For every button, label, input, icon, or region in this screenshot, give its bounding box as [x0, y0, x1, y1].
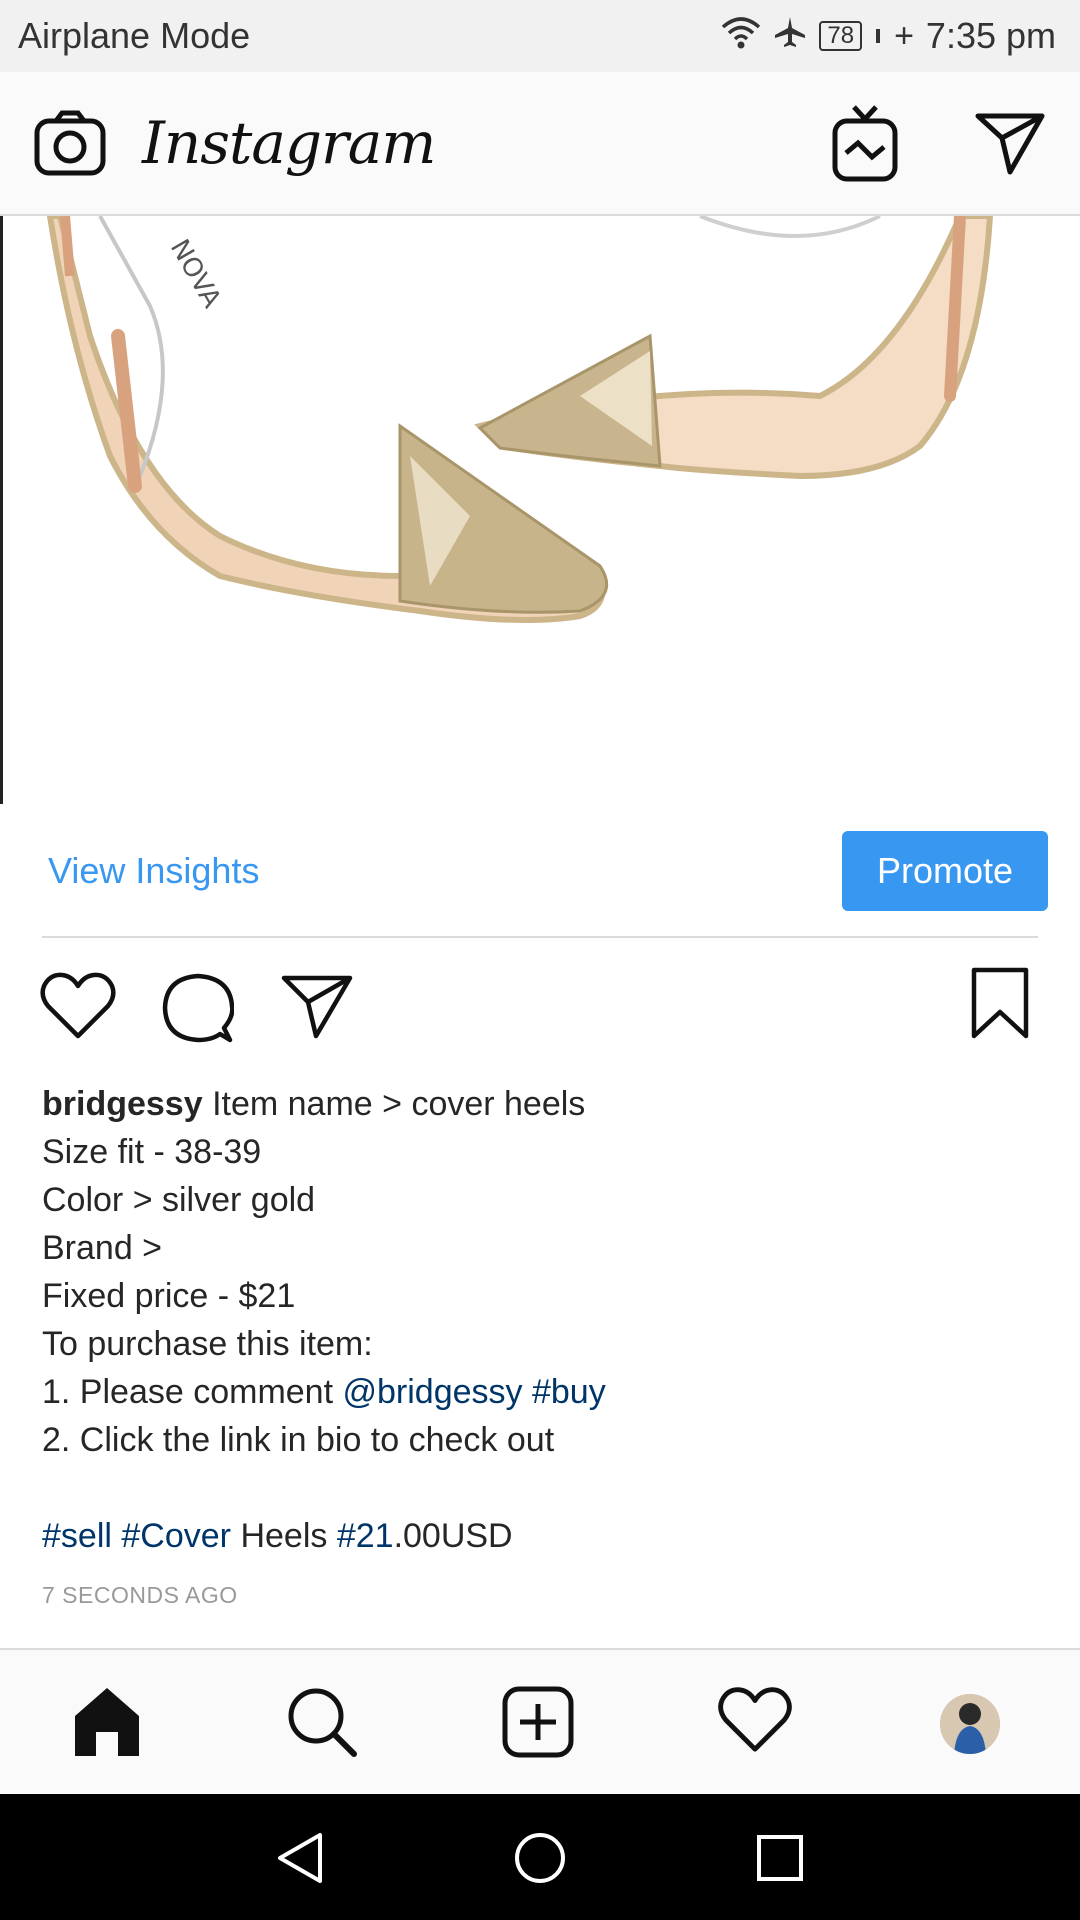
back-icon[interactable] — [276, 1832, 324, 1889]
hashtag-link[interactable]: #Cover — [121, 1517, 231, 1555]
wifi-icon — [721, 15, 761, 58]
bookmark-icon[interactable] — [970, 966, 1030, 1045]
caption-line: 2. Click the link in bio to check out — [42, 1421, 555, 1459]
post-photo[interactable]: NOVA — [0, 216, 1080, 804]
system-navigation-bar — [0, 1794, 1080, 1920]
svg-text:NOVA: NOVA — [164, 235, 227, 314]
caption-line: #sell #Cover Heels #21.00USD — [42, 1512, 1042, 1560]
caption-space — [112, 1517, 121, 1555]
camera-icon[interactable] — [34, 109, 106, 177]
activity-icon[interactable] — [718, 1686, 792, 1759]
battery-level: 78 — [827, 22, 855, 49]
hashtag-link[interactable]: #21 — [337, 1517, 394, 1555]
caption-line: Size fit - 38-39 — [42, 1133, 262, 1171]
hashtag-link[interactable]: #sell — [42, 1517, 112, 1555]
caption-line: Color > silver gold — [42, 1181, 316, 1219]
battery-tip — [876, 29, 881, 43]
caption-line: bridgessy Item name > cover heels — [42, 1080, 1042, 1128]
profile-avatar[interactable] — [940, 1694, 1000, 1754]
hashtag-link[interactable]: #buy — [532, 1373, 606, 1411]
caption-space — [523, 1373, 532, 1411]
caption-text: .00USD — [393, 1517, 513, 1555]
battery-icon: 78 — [819, 21, 863, 51]
status-bar: Airplane Mode 78 + 7:35 pm — [0, 0, 1080, 72]
caption-text: Heels — [231, 1517, 337, 1555]
caption-text: 1. Please comment — [42, 1373, 343, 1411]
search-icon[interactable] — [286, 1686, 358, 1763]
home-circle-icon[interactable] — [514, 1832, 566, 1889]
comment-icon[interactable] — [162, 972, 235, 1049]
caption-line: 1. Please comment @bridgessy #buy — [42, 1368, 1042, 1416]
recents-icon[interactable] — [756, 1834, 804, 1887]
igtv-icon[interactable] — [832, 103, 898, 183]
post-timestamp: 7 SECONDS AGO — [42, 1582, 238, 1608]
caption-line: Fixed price - $21 — [42, 1277, 296, 1315]
heels-illustration: NOVA — [46, 216, 994, 623]
clock: 7:35 pm — [925, 15, 1056, 56]
share-icon[interactable] — [280, 972, 354, 1045]
image-edge — [0, 216, 3, 804]
bottom-navigation — [0, 1648, 1080, 1794]
mention-link[interactable]: @bridgessy — [342, 1373, 522, 1411]
top-app-bar: Instagram — [0, 72, 1080, 216]
like-icon[interactable] — [40, 972, 116, 1045]
instagram-logo: Instagram — [142, 109, 436, 177]
caption-line: Brand > — [42, 1229, 163, 1267]
new-post-icon[interactable] — [502, 1686, 574, 1763]
caption-username[interactable]: bridgessy — [42, 1085, 203, 1123]
caption-text: Item name > cover heels — [202, 1085, 586, 1123]
direct-message-icon[interactable] — [974, 110, 1046, 176]
insights-row: View Insights Promote — [0, 804, 1080, 938]
view-insights-link[interactable]: View Insights — [48, 850, 842, 892]
status-icons: 78 + 7:35 pm — [721, 15, 1056, 58]
post-caption: bridgessy Item name > cover heels Size f… — [42, 1080, 1042, 1560]
airplane-mode-label: Airplane Mode — [18, 15, 251, 56]
airplane-icon — [773, 15, 807, 58]
home-icon[interactable] — [72, 1686, 142, 1763]
divider — [42, 936, 1038, 938]
charging-indicator: + — [894, 16, 914, 55]
caption-line: To purchase this item: — [42, 1325, 373, 1363]
promote-button[interactable]: Promote — [842, 831, 1048, 911]
post-actions — [0, 960, 1080, 1060]
